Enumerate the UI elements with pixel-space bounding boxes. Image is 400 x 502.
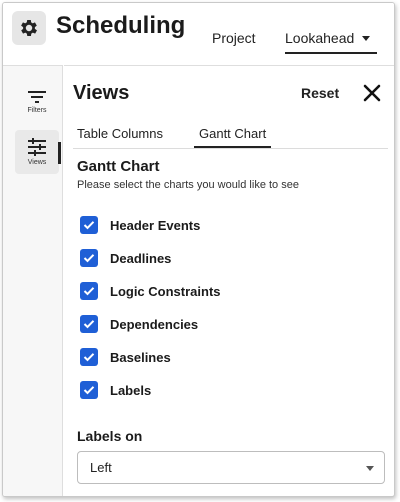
labels-on-select[interactable]: Left	[77, 451, 385, 484]
rail-item-views[interactable]: Views	[15, 130, 59, 174]
check-icon	[83, 254, 95, 263]
section-subtitle: Please select the charts you would like …	[77, 179, 299, 191]
rail-item-filters[interactable]: Filters	[15, 80, 59, 124]
app-icon[interactable]	[12, 11, 46, 45]
sliders-icon	[28, 138, 46, 156]
tab-lookahead-label: Lookahead	[285, 30, 355, 46]
option-label: Logic Constraints	[110, 283, 221, 299]
app-header: Scheduling Project Lookahead	[3, 3, 394, 65]
caret-down-icon	[362, 35, 371, 41]
active-indicator	[58, 142, 61, 164]
option-deadlines[interactable]: Deadlines	[80, 247, 171, 269]
tab-gantt-chart[interactable]: Gantt Chart	[194, 126, 272, 148]
option-baselines[interactable]: Baselines	[80, 346, 171, 368]
option-label: Labels	[110, 382, 152, 398]
close-icon[interactable]	[362, 83, 382, 103]
option-label: Header Events	[110, 217, 201, 233]
section-title: Gantt Chart	[77, 158, 160, 175]
option-header-events[interactable]: Header Events	[80, 214, 200, 236]
checkbox-checked[interactable]	[80, 282, 98, 300]
tab-project[interactable]: Project	[212, 30, 256, 46]
option-label: Dependencies	[110, 316, 199, 332]
option-label: Deadlines	[110, 250, 172, 266]
checkbox-checked[interactable]	[80, 216, 98, 234]
rail-item-label: Filters	[27, 107, 47, 114]
rail-item-label: Views	[27, 159, 47, 166]
labels-on-value: Left	[90, 460, 112, 475]
filter-icon	[28, 91, 46, 103]
check-icon	[83, 221, 95, 230]
option-label: Baselines	[110, 349, 171, 365]
tab-lookahead[interactable]: Lookahead	[285, 30, 377, 54]
check-icon	[83, 353, 95, 362]
check-icon	[83, 287, 95, 296]
views-panel: Views Reset Table Columns Gantt Chart Ga…	[64, 65, 394, 496]
option-dependencies[interactable]: Dependencies	[80, 313, 198, 335]
option-labels[interactable]: Labels	[80, 379, 151, 401]
panel-title: Views	[73, 82, 130, 104]
app-title: Scheduling	[56, 12, 186, 39]
check-icon	[83, 320, 95, 329]
scheduling-window: Scheduling Project Lookahead Filters Vie…	[2, 2, 395, 497]
check-icon	[83, 386, 95, 395]
labels-on-title: Labels on	[77, 428, 143, 444]
panel-tabs: Table Columns Gantt Chart	[64, 126, 394, 150]
checkbox-checked[interactable]	[80, 348, 98, 366]
checkbox-checked[interactable]	[80, 315, 98, 333]
tab-table-columns[interactable]: Table Columns	[77, 126, 163, 146]
reset-button[interactable]: Reset	[301, 85, 339, 101]
left-rail: Filters Views	[3, 65, 63, 496]
checkbox-checked[interactable]	[80, 381, 98, 399]
option-logic-constraints[interactable]: Logic Constraints	[80, 280, 221, 302]
tabs-divider	[73, 148, 388, 149]
gear-icon	[21, 20, 37, 36]
checkbox-checked[interactable]	[80, 249, 98, 267]
chevron-down-icon	[366, 466, 374, 471]
